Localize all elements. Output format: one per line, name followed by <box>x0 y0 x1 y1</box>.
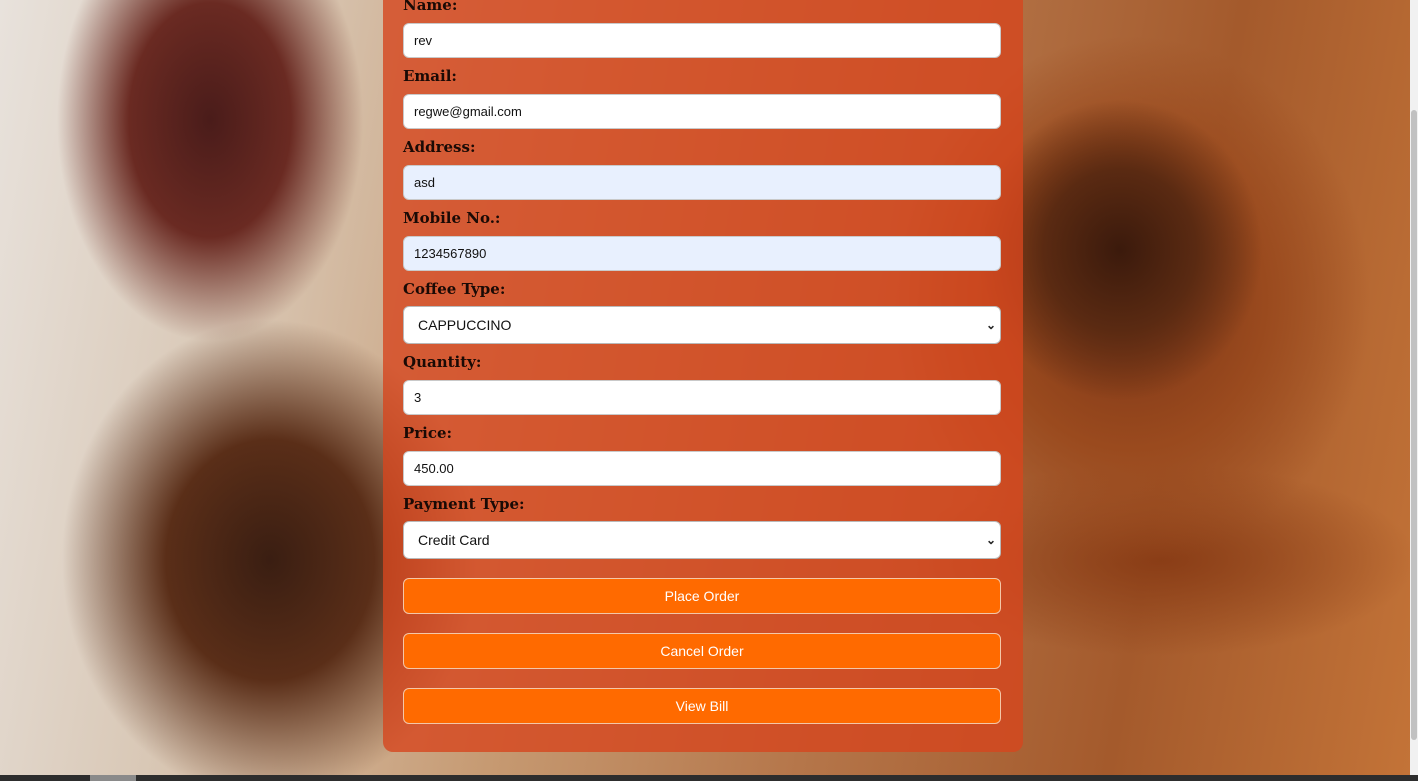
address-field[interactable]: asd <box>403 165 1001 200</box>
name-field[interactable]: rev <box>403 23 1001 58</box>
payment-type-label: Payment Type: <box>403 495 525 513</box>
payment-type-value: Credit Card <box>418 532 490 548</box>
vertical-scrollbar[interactable] <box>1410 0 1418 775</box>
horizontal-scrollbar-thumb[interactable] <box>90 775 136 781</box>
address-label: Address: <box>403 138 476 156</box>
place-order-button[interactable]: Place Order <box>403 578 1001 614</box>
chevron-down-icon: ⌄ <box>985 318 996 332</box>
quantity-label: Quantity: <box>403 353 482 371</box>
view-bill-button[interactable]: View Bill <box>403 688 1001 724</box>
chevron-down-icon: ⌄ <box>985 533 996 547</box>
price-field[interactable]: 450.00 <box>403 451 1001 486</box>
price-label: Price: <box>403 424 453 442</box>
name-label: Name: <box>403 0 458 14</box>
coffee-type-value: CAPPUCCINO <box>418 317 512 333</box>
coffee-type-label: Coffee Type: <box>403 280 506 298</box>
quantity-field[interactable]: 3 <box>403 380 1001 415</box>
cancel-order-button[interactable]: Cancel Order <box>403 633 1001 669</box>
email-field[interactable]: regwe@gmail.com <box>403 94 1001 129</box>
payment-type-select[interactable]: Credit Card ⌄ <box>403 521 1001 559</box>
horizontal-scrollbar[interactable] <box>0 775 1418 781</box>
scrollbar-thumb[interactable] <box>1411 110 1417 740</box>
email-label: Email: <box>403 67 457 85</box>
mobile-label: Mobile No.: <box>403 209 501 227</box>
coffee-type-select[interactable]: CAPPUCCINO ⌄ <box>403 306 1001 344</box>
mobile-field[interactable]: 1234567890 <box>403 236 1001 271</box>
